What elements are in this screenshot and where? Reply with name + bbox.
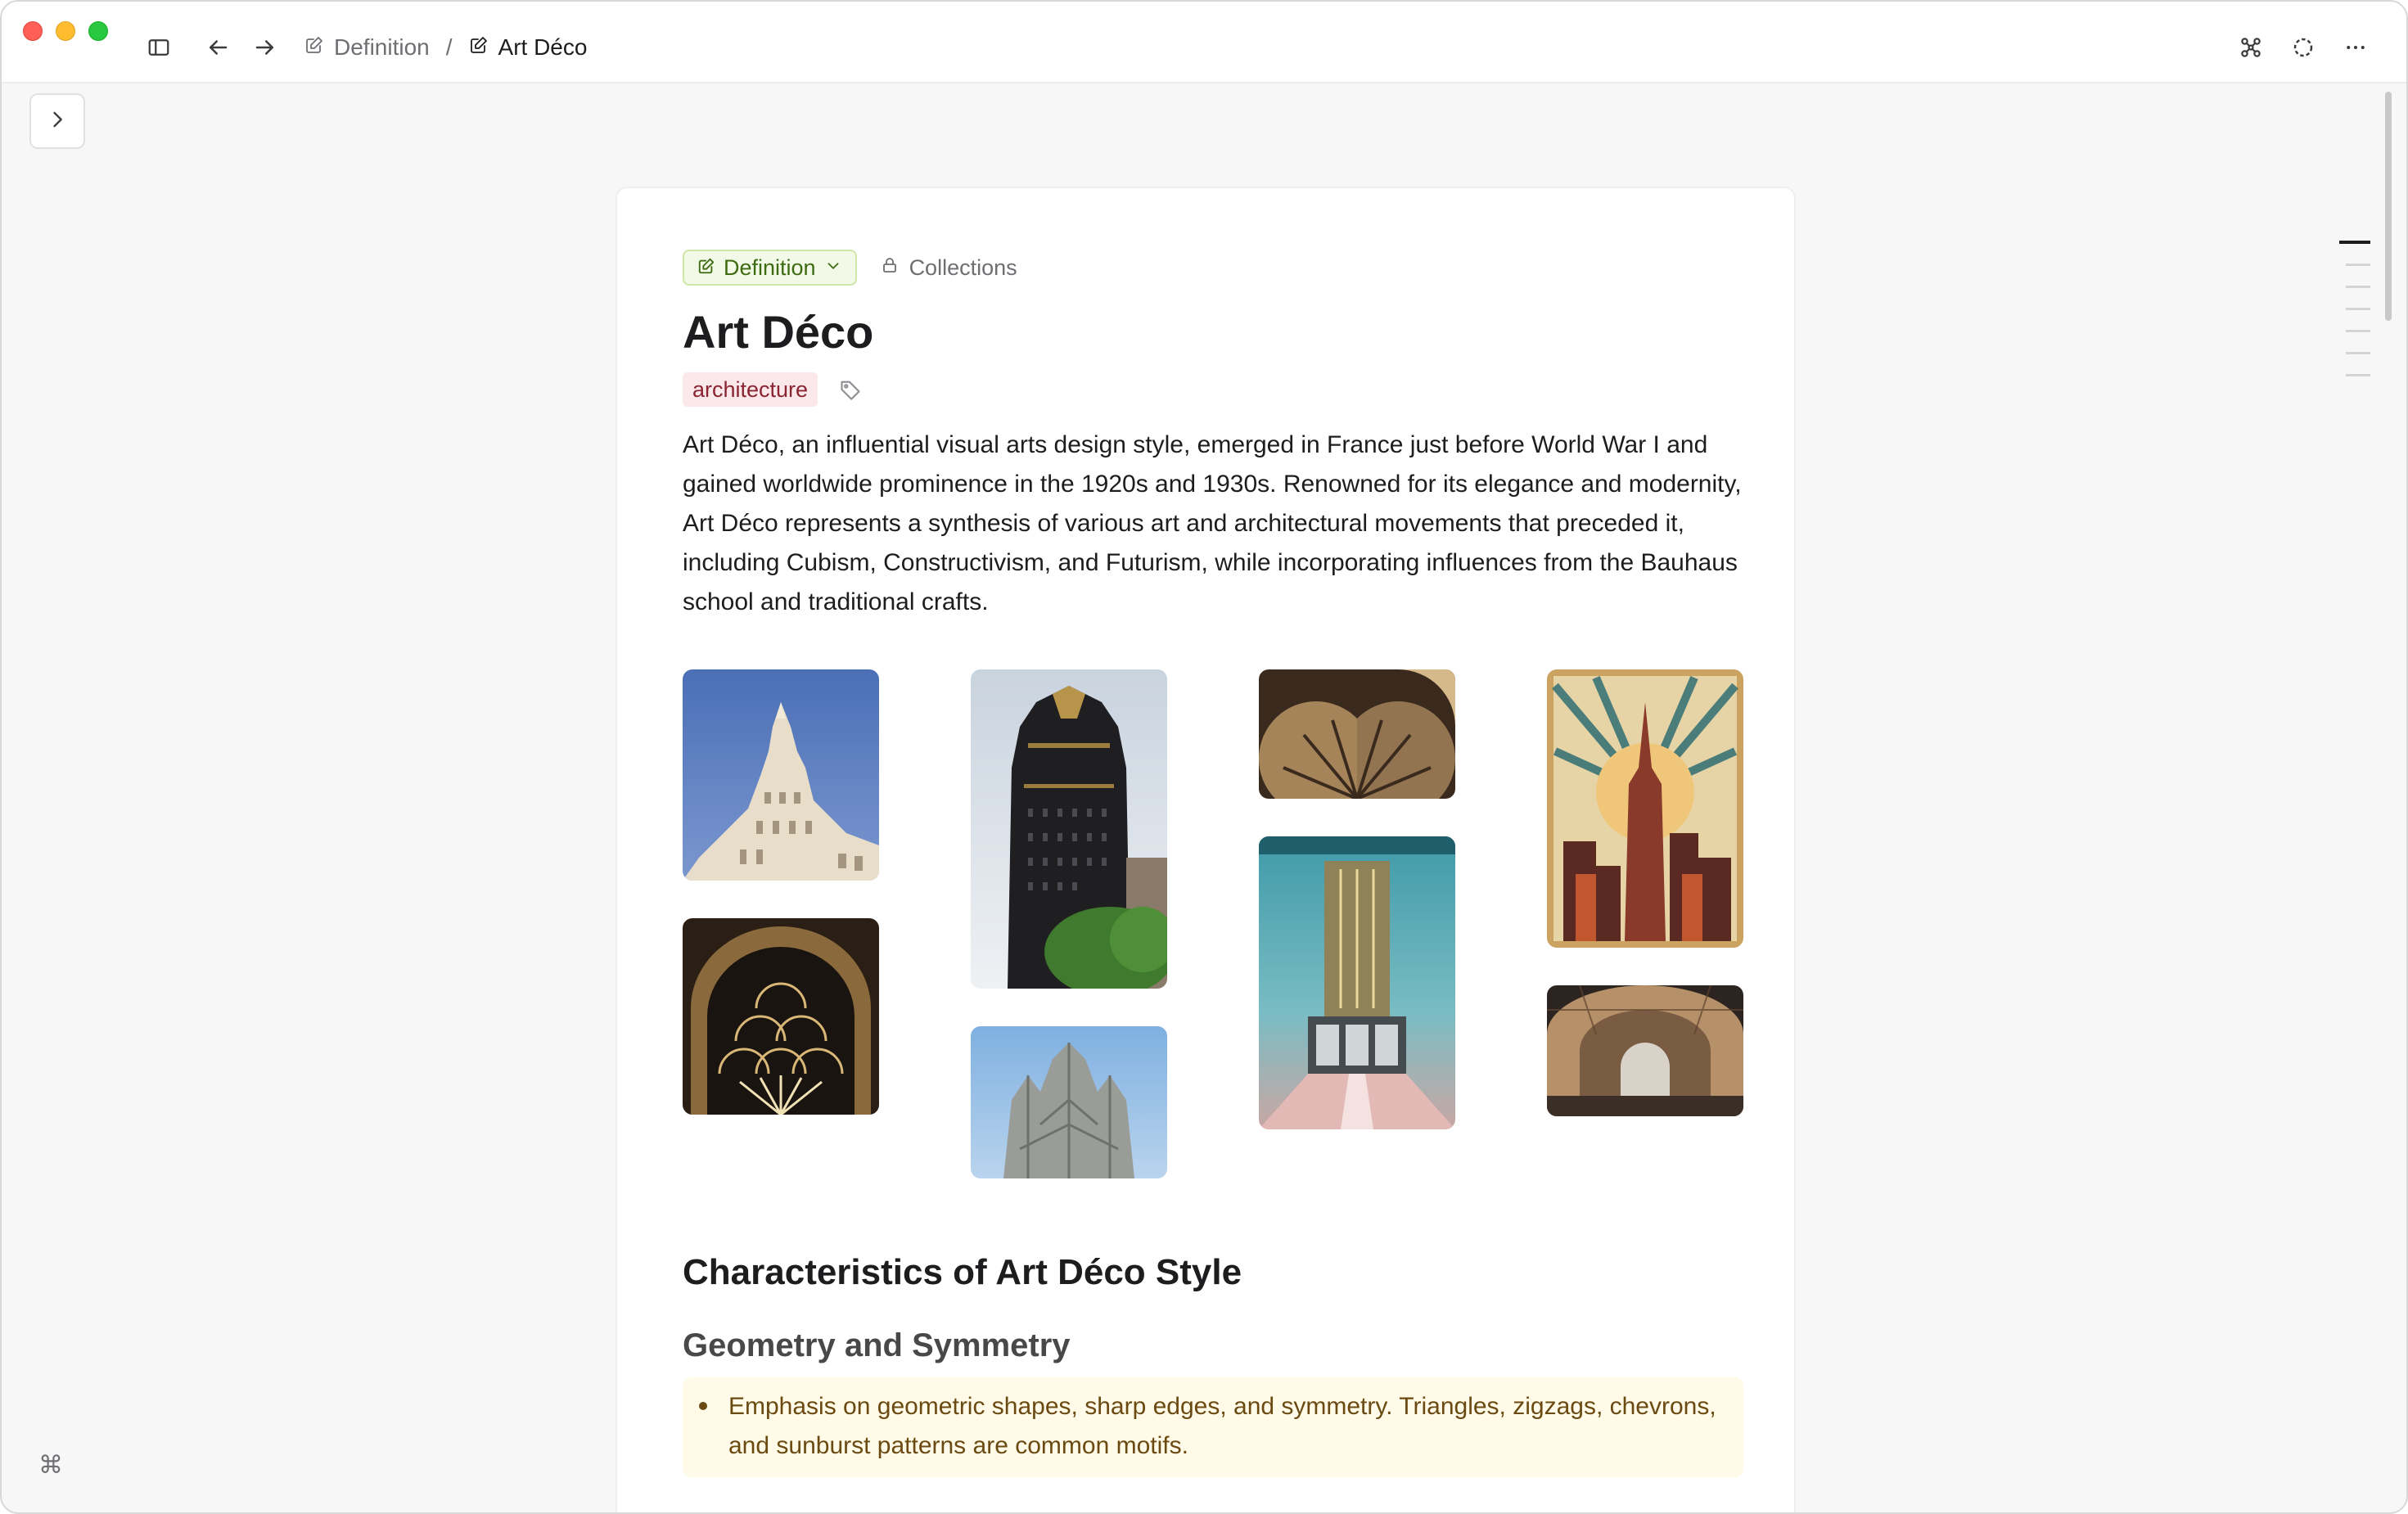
close-window-button[interactable] [23,21,43,41]
minimize-window-button[interactable] [56,21,75,41]
expand-panel-button[interactable] [29,93,85,149]
vaulted-hall-photo[interactable] [1547,985,1743,1116]
skyline-poster-illustration[interactable] [1547,669,1743,948]
collections-button[interactable]: Collections [880,255,1017,281]
outline-marker[interactable] [2346,308,2370,310]
sidebar-toggle-icon[interactable] [144,33,174,62]
outline-marker[interactable] [2346,286,2370,288]
breadcrumb-item-definition[interactable]: Definition [304,34,430,61]
outline-marker[interactable] [2346,330,2370,332]
command-palette-button[interactable]: ⌘ [34,1449,67,1481]
intro-paragraph[interactable]: Art Déco, an influential visual arts des… [683,426,1743,622]
gothic-spire-photo[interactable] [971,1026,1167,1178]
edit-note-icon [304,34,324,61]
document-outline [2339,241,2370,396]
skyscraper-photo[interactable] [971,669,1167,989]
chevron-right-icon [46,108,69,135]
arched-fan-window-photo[interactable] [683,918,879,1115]
outline-marker[interactable] [2346,352,2370,354]
outline-marker[interactable] [2339,241,2370,244]
outline-marker[interactable] [2346,374,2370,376]
type-label: Definition [724,255,816,280]
document-card: Definition Collections Art Déco architec… [616,187,1796,1512]
lobby-interior-photo[interactable] [1259,836,1455,1129]
edit-note-icon [469,34,489,61]
chevron-down-icon [824,255,842,281]
subsection-heading[interactable]: Geometry and Symmetry [683,1327,1743,1364]
add-tag-icon[interactable] [839,378,862,401]
title-bar: Definition / Art Déco [2,2,2406,83]
zoom-window-button[interactable] [88,21,108,41]
outline-marker[interactable] [2346,264,2370,266]
breadcrumb: Definition / Art Déco [304,33,587,62]
document-meta-row: Definition Collections [683,249,1743,286]
app-window: Definition / Art Déco ⌘ Definition Colle… [0,0,2408,1514]
breadcrumb-separator: / [445,34,453,60]
lock-icon [880,255,900,281]
highlighted-bullet-item[interactable]: Emphasis on geometric shapes, sharp edge… [683,1377,1743,1477]
fan-ornament-photo[interactable] [1259,669,1455,799]
sync-status-icon[interactable] [2289,33,2318,62]
ornate-tower-photo[interactable] [683,669,879,881]
scrollbar[interactable] [2385,92,2392,321]
collections-label: Collections [909,255,1017,280]
command-key-icon: ⌘ [38,1451,63,1479]
page-title[interactable]: Art Déco [683,303,1743,362]
graph-view-icon[interactable] [2236,33,2266,62]
breadcrumb-label: Definition [334,34,430,60]
tag-row: architecture [683,372,1743,408]
breadcrumb-label: Art Déco [498,34,588,60]
more-options-icon[interactable] [2341,33,2370,62]
section-heading[interactable]: Characteristics of Art Déco Style [683,1252,1743,1293]
edit-note-icon [697,255,715,281]
image-gallery [683,669,1743,1193]
breadcrumb-item-art-deco[interactable]: Art Déco [469,34,588,61]
back-arrow-icon[interactable] [203,33,232,62]
forward-arrow-icon[interactable] [250,33,280,62]
type-selector[interactable]: Definition [683,250,857,286]
tag-chip[interactable]: architecture [683,372,818,407]
